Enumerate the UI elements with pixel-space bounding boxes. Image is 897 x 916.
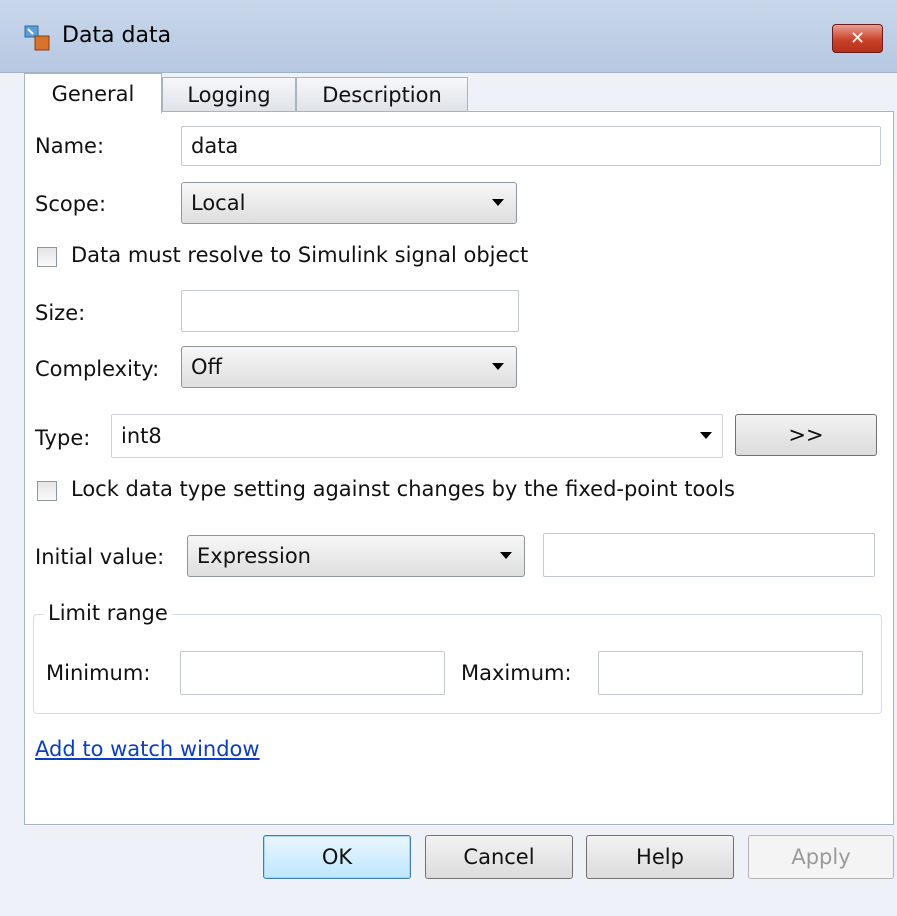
ok-button[interactable]: OK bbox=[263, 835, 411, 879]
help-button[interactable]: Help bbox=[586, 835, 734, 879]
scope-value: Local bbox=[191, 191, 246, 215]
limit-range-title: Limit range bbox=[44, 601, 172, 625]
lock-label: Lock data type setting against changes b… bbox=[71, 477, 735, 501]
minimum-field[interactable] bbox=[180, 651, 445, 695]
close-icon: ✕ bbox=[849, 28, 866, 49]
type-label: Type: bbox=[35, 426, 91, 450]
window-title: Data data bbox=[62, 23, 172, 48]
tab-general[interactable]: General bbox=[24, 73, 162, 113]
add-to-watch-window-link[interactable]: Add to watch window bbox=[35, 737, 260, 761]
maximum-label: Maximum: bbox=[461, 661, 572, 685]
scope-select[interactable]: Local bbox=[181, 182, 517, 224]
complexity-label: Complexity: bbox=[35, 357, 160, 381]
chevron-down-icon bbox=[492, 199, 504, 206]
tab-description-label: Description bbox=[322, 82, 442, 107]
close-button[interactable]: ✕ bbox=[832, 24, 883, 53]
type-assistant-label: >> bbox=[788, 423, 824, 447]
general-panel: Name: data Scope: Local Data must resolv… bbox=[24, 111, 894, 825]
name-value: data bbox=[191, 134, 239, 158]
scope-label: Scope: bbox=[35, 192, 107, 216]
data-dialog-window: Data data ✕ General Logging Description … bbox=[0, 0, 897, 916]
complexity-select[interactable]: Off bbox=[181, 346, 517, 388]
type-combo[interactable]: int8 bbox=[111, 414, 723, 458]
size-label: Size: bbox=[35, 301, 86, 325]
tab-logging[interactable]: Logging bbox=[162, 77, 296, 111]
chevron-down-icon bbox=[500, 552, 512, 559]
lock-checkbox[interactable] bbox=[37, 481, 57, 501]
tab-logging-label: Logging bbox=[187, 82, 271, 107]
chevron-down-icon bbox=[492, 363, 504, 370]
complexity-value: Off bbox=[191, 355, 222, 379]
cancel-label: Cancel bbox=[463, 845, 535, 869]
tab-description[interactable]: Description bbox=[296, 77, 468, 111]
limit-range-group: Limit range Minimum: Maximum: bbox=[33, 601, 882, 714]
minimum-label: Minimum: bbox=[46, 661, 151, 685]
cancel-button[interactable]: Cancel bbox=[425, 835, 573, 879]
ok-label: OK bbox=[321, 845, 353, 869]
tab-general-label: General bbox=[51, 81, 135, 106]
size-field[interactable] bbox=[181, 290, 519, 332]
resolve-label: Data must resolve to Simulink signal obj… bbox=[71, 243, 529, 267]
initial-value-label: Initial value: bbox=[35, 545, 165, 569]
simulink-data-icon bbox=[24, 25, 50, 51]
help-label: Help bbox=[636, 845, 684, 869]
name-field[interactable]: data bbox=[181, 126, 881, 166]
name-label: Name: bbox=[35, 134, 105, 158]
type-value: int8 bbox=[121, 424, 162, 448]
maximum-field[interactable] bbox=[598, 651, 863, 695]
type-assistant-button[interactable]: >> bbox=[735, 414, 877, 456]
chevron-down-icon bbox=[700, 432, 712, 439]
initial-value-mode: Expression bbox=[197, 544, 311, 568]
resolve-checkbox[interactable] bbox=[37, 247, 57, 267]
title-bar: Data data ✕ bbox=[0, 0, 897, 73]
initial-value-field[interactable] bbox=[543, 533, 875, 577]
apply-button[interactable]: Apply bbox=[748, 835, 894, 879]
apply-label: Apply bbox=[791, 845, 851, 869]
initial-value-select[interactable]: Expression bbox=[187, 535, 525, 577]
